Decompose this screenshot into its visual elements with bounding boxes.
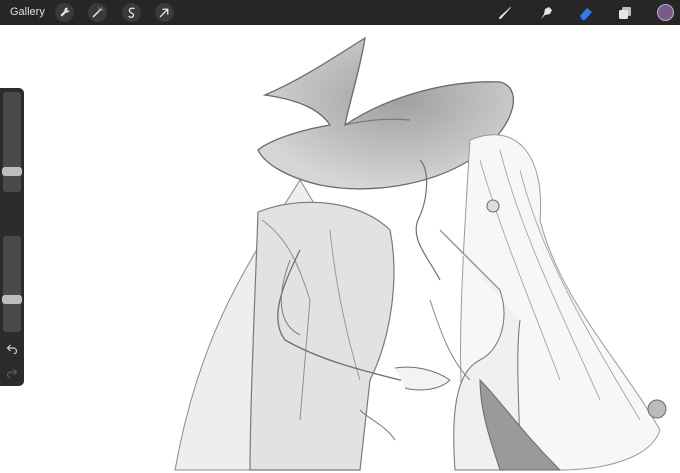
redo-icon[interactable] <box>4 365 20 379</box>
drawing-canvas[interactable] <box>0 25 680 473</box>
top-toolbar: Gallery <box>0 0 680 25</box>
eraser-icon[interactable] <box>577 4 595 22</box>
brush-size-slider-handle[interactable] <box>2 166 22 176</box>
layers-icon[interactable] <box>616 4 634 22</box>
color-picker-swatch[interactable] <box>657 4 674 21</box>
smudge-icon[interactable] <box>537 4 555 22</box>
undo-icon[interactable] <box>4 341 20 355</box>
transform-arrow-icon[interactable] <box>155 3 174 22</box>
gallery-button[interactable]: Gallery <box>10 6 45 18</box>
actions-wrench-icon[interactable] <box>55 3 74 22</box>
opacity-slider[interactable] <box>3 236 21 332</box>
selection-icon[interactable] <box>122 3 141 22</box>
brush-icon[interactable] <box>496 4 514 22</box>
adjustments-wand-icon[interactable] <box>88 3 107 22</box>
opacity-slider-handle[interactable] <box>2 295 22 305</box>
left-sidebar <box>0 88 24 386</box>
sketch-illustration <box>174 36 667 471</box>
brush-size-slider[interactable] <box>3 92 21 192</box>
